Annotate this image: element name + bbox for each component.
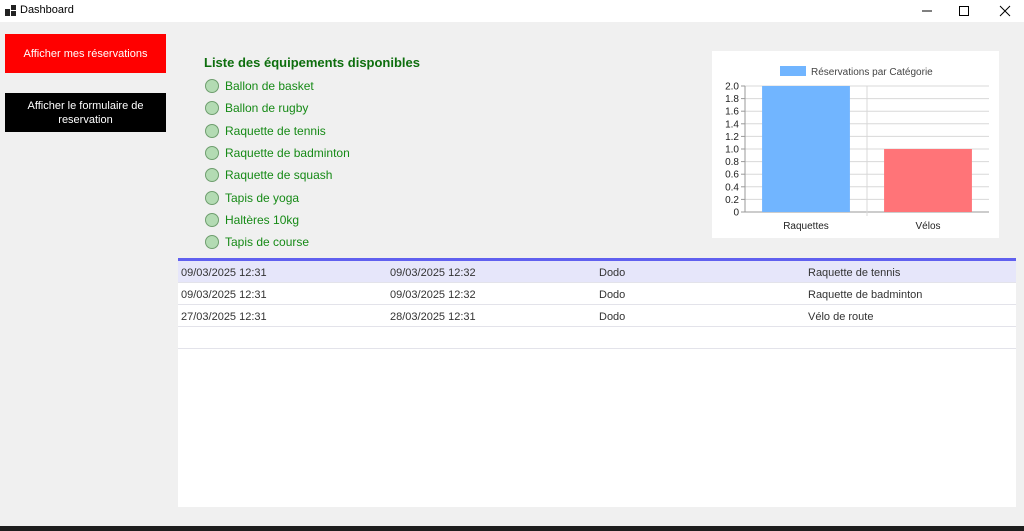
show-reservation-form-button[interactable]: Afficher le formulaire de reservation [5, 93, 166, 132]
y-tick-label: 2.0 [725, 82, 739, 93]
equipment-label: Raquette de tennis [225, 123, 326, 138]
window-title: Dashboard [20, 4, 74, 16]
radio-button[interactable] [205, 235, 219, 250]
y-tick-label: 0 [733, 208, 739, 219]
legend-label: Réservations par Catégorie [811, 67, 933, 78]
y-tick-label: 0.4 [725, 182, 739, 193]
table-row[interactable]: 27/03/2025 12:31 28/03/2025 12:31 Dodo Vélo… [178, 305, 1016, 327]
empty-row[interactable] [178, 327, 1016, 349]
y-tick-label: 0.8 [725, 157, 739, 168]
maximize-icon [959, 6, 969, 16]
taskbar-edge [0, 526, 1024, 531]
equipment-cell: Vélo de route [808, 311, 874, 323]
equipment-item[interactable]: Raquette de squash [205, 164, 350, 186]
equipment-item[interactable]: Tapis de yoga [205, 186, 350, 208]
equipment-label: Tapis de course [225, 235, 310, 250]
start-date-cell: 09/03/2025 12:31 [181, 289, 267, 301]
app-icon [5, 5, 16, 16]
y-tick-label: 0.6 [725, 170, 739, 181]
end-date-cell: 28/03/2025 12:31 [390, 311, 476, 323]
equipment-item[interactable]: Raquette de badminton [205, 142, 350, 164]
equipment-label: Haltères 10kg [225, 212, 300, 227]
start-date-cell: 09/03/2025 12:31 [181, 267, 267, 279]
radio-button[interactable] [205, 146, 219, 161]
equipment-item[interactable]: Haltères 10kg [205, 209, 350, 231]
y-tick-label: 1.2 [725, 132, 739, 143]
equipment-label: Raquette de squash [225, 168, 333, 183]
title-bar: Dashboard [0, 0, 1024, 22]
reservations-chart: Réservations par Catégorie 0 0.2 0.4 0.6 0.8 1… [712, 51, 999, 238]
y-tick-label: 0.2 [725, 195, 739, 206]
minimize-icon [922, 10, 932, 12]
equipment-label: Ballon de basket [225, 79, 314, 94]
maximize-button[interactable] [946, 0, 982, 22]
radio-button[interactable] [205, 168, 219, 183]
equipment-label: Tapis de yoga [225, 190, 300, 205]
table-row[interactable]: 09/03/2025 12:31 09/03/2025 12:32 Dodo Raqu… [178, 283, 1016, 305]
equipment-item[interactable]: Ballon de basket [205, 75, 350, 97]
equipment-label: Ballon de rugby [225, 101, 309, 116]
radio-button[interactable] [205, 190, 219, 205]
radio-button[interactable] [205, 79, 219, 94]
table-row[interactable]: 09/03/2025 12:31 09/03/2025 12:32 Dodo Raqu… [178, 261, 1016, 283]
y-tick-label: 1.6 [725, 107, 739, 118]
y-tick-label: 1.8 [725, 94, 739, 105]
bar [762, 86, 850, 212]
end-date-cell: 09/03/2025 12:32 [390, 289, 476, 301]
start-date-cell: 27/03/2025 12:31 [181, 311, 267, 323]
chart-canvas: Réservations par Catégorie00.20.40.60.81… [725, 66, 989, 232]
equipment-item[interactable]: Raquette de tennis [205, 120, 350, 142]
close-button[interactable] [987, 0, 1023, 22]
y-tick-label: 1.4 [725, 119, 739, 130]
user-cell: Dodo [599, 311, 626, 323]
minimize-button[interactable] [909, 0, 945, 22]
radio-button[interactable] [205, 123, 219, 138]
equipment-cell: Raquette de badminton [808, 289, 923, 301]
equipment-list: Ballon de basket Ballon de rugby Raquette … [205, 75, 350, 253]
close-icon [999, 5, 1011, 17]
bar [884, 149, 972, 212]
show-reservations-button[interactable]: Afficher mes réservations [5, 34, 166, 73]
radio-button[interactable] [205, 101, 219, 116]
radio-button[interactable] [205, 212, 219, 227]
equipment-item[interactable]: Ballon de rugby [205, 97, 350, 119]
equipment-label: Raquette de badminton [225, 146, 350, 161]
end-date-cell: 09/03/2025 12:32 [390, 267, 476, 279]
equipment-list-title: Liste des équipements disponibles [204, 55, 420, 70]
y-tick-label: 1.0 [725, 145, 739, 156]
x-tick-label: Raquettes [783, 221, 829, 232]
user-cell: Dodo [599, 289, 626, 301]
user-cell: Dodo [599, 267, 626, 279]
x-tick-label: Vélos [915, 221, 940, 232]
reservations-grid[interactable]: 09/03/2025 12:31 09/03/2025 12:32 Dodo Raqu… [178, 258, 1016, 507]
legend-swatch [780, 66, 806, 76]
equipment-cell: Raquette de tennis [808, 267, 901, 279]
equipment-item[interactable]: Tapis de course [205, 231, 350, 253]
